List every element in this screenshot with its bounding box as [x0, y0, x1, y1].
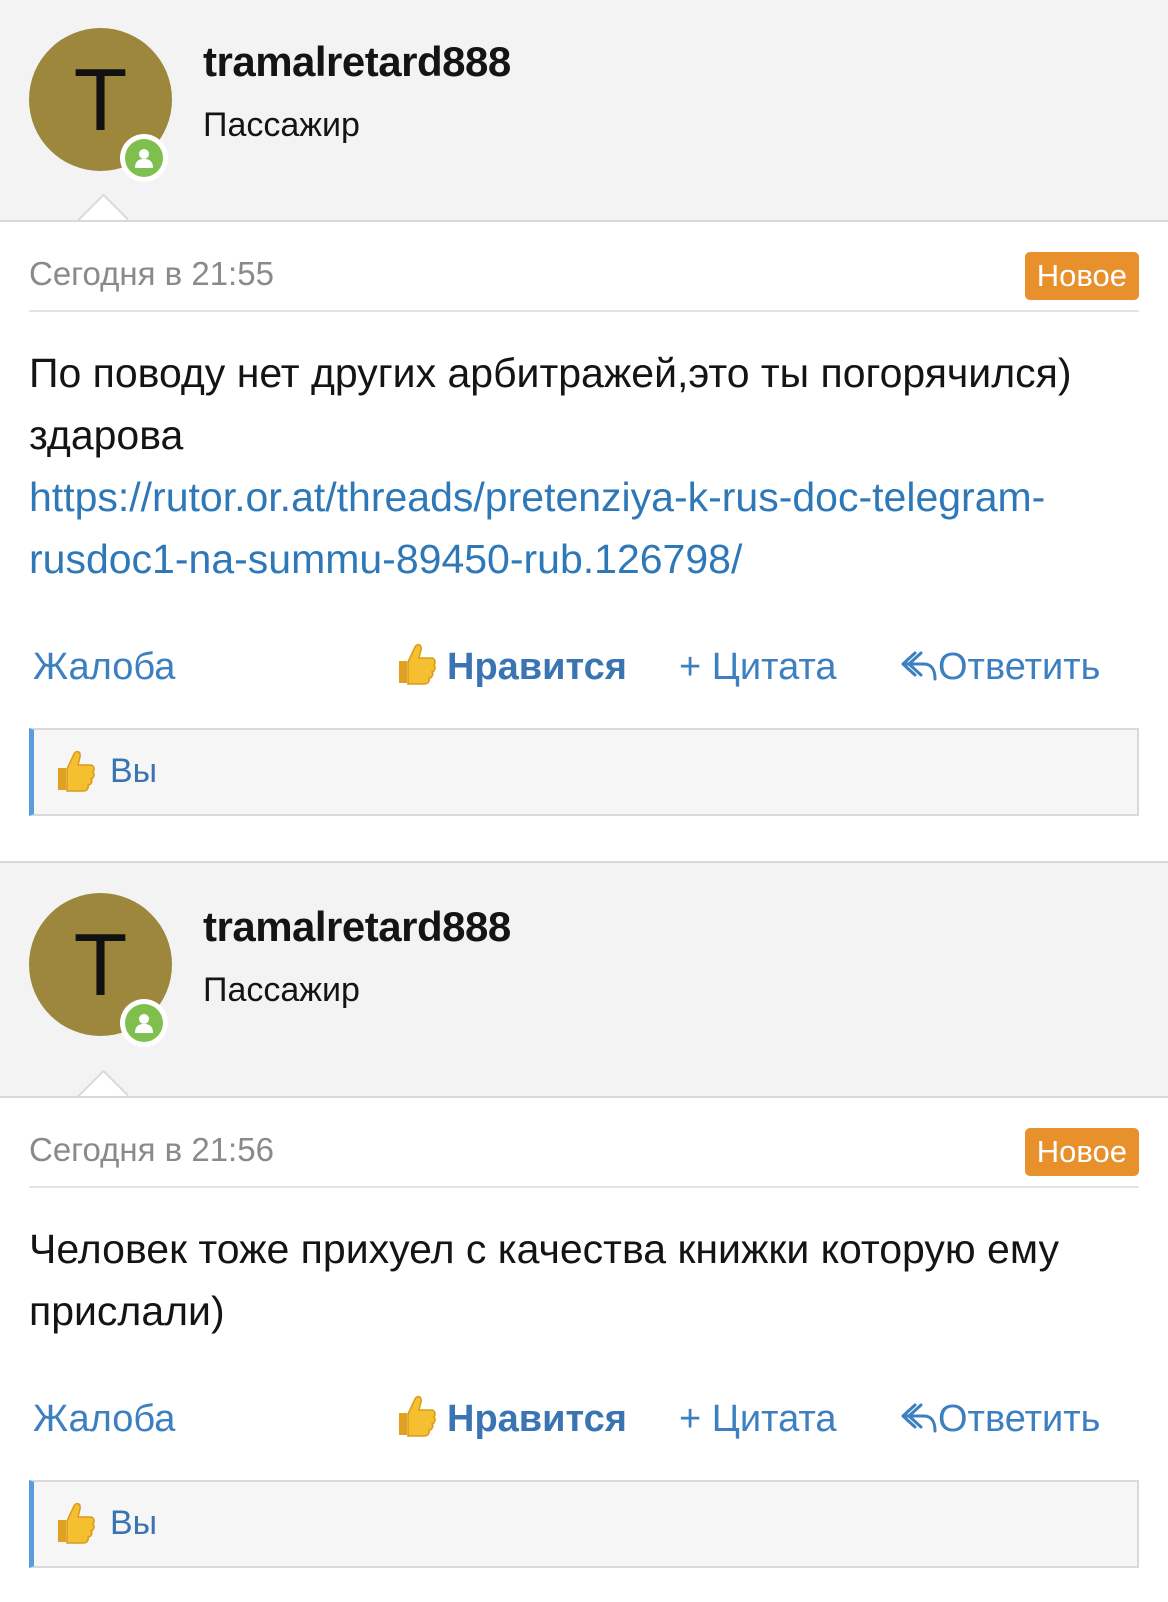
like-label: Нравится	[447, 646, 627, 688]
reply-arrow-icon	[901, 651, 937, 681]
online-status-icon	[135, 149, 153, 168]
thumbs-up-icon	[399, 1395, 436, 1437]
post-actions: Жалоба Нравится + Цитата Ответить	[29, 636, 1139, 698]
username[interactable]: tramalretard888	[203, 903, 511, 951]
new-badge: Новое	[1024, 1128, 1139, 1176]
quote-button[interactable]: + Цитата	[679, 636, 836, 698]
header-pointer	[76, 1070, 128, 1096]
liked-by-link[interactable]: Вы	[110, 752, 157, 791]
post-user-header: T tramalretard888 Пассажир	[0, 861, 1168, 1098]
user-title: Пассажир	[203, 106, 360, 144]
post-date[interactable]: Сегодня в 21:56	[29, 1131, 274, 1169]
username[interactable]: tramalretard888	[203, 38, 511, 86]
reply-button[interactable]: Ответить	[900, 636, 1100, 698]
thumbs-up-icon	[58, 1502, 95, 1544]
report-button[interactable]: Жалоба	[33, 636, 175, 698]
post-link[interactable]: https://rutor.or.at/threads/pretenziya-k…	[29, 474, 1045, 582]
like-button[interactable]: Нравится	[395, 636, 627, 698]
report-button[interactable]: Жалоба	[33, 1388, 175, 1450]
online-status-badge	[120, 999, 168, 1047]
reply-arrow-icon	[901, 1403, 937, 1433]
reply-label: Ответить	[938, 1398, 1101, 1440]
post-content: Человек тоже прихуел с качества книжки к…	[29, 1218, 1139, 1342]
like-label: Нравится	[447, 1398, 627, 1440]
post-content: По поводу нет других арбитражей,это ты п…	[29, 342, 1139, 590]
post-text: Человек тоже прихуел с качества книжки к…	[29, 1226, 1059, 1334]
quote-button[interactable]: + Цитата	[679, 1388, 836, 1450]
new-badge: Новое	[1024, 252, 1139, 300]
like-button[interactable]: Нравится	[395, 1388, 627, 1450]
thumbs-up-icon	[399, 643, 436, 685]
likes-summary: Вы	[29, 728, 1139, 816]
post-text: По поводу нет других арбитражей,это ты п…	[29, 350, 1072, 458]
reply-label: Ответить	[938, 646, 1101, 688]
post: T tramalretard888 Пассажир Сегодня в 21:…	[0, 0, 1168, 861]
post: T tramalretard888 Пассажир Сегодня в 21:…	[0, 861, 1168, 1568]
user-title: Пассажир	[203, 971, 360, 1009]
likes-summary: Вы	[29, 1480, 1139, 1568]
online-status-icon	[135, 1014, 153, 1033]
header-pointer	[76, 194, 128, 220]
liked-by-link[interactable]: Вы	[110, 1504, 157, 1543]
post-user-header: T tramalretard888 Пассажир	[0, 0, 1168, 222]
online-status-badge	[120, 134, 168, 182]
post-date[interactable]: Сегодня в 21:55	[29, 255, 274, 293]
post-actions: Жалоба Нравится + Цитата Ответить	[29, 1388, 1139, 1450]
reply-button[interactable]: Ответить	[900, 1388, 1100, 1450]
thumbs-up-icon	[58, 750, 95, 792]
